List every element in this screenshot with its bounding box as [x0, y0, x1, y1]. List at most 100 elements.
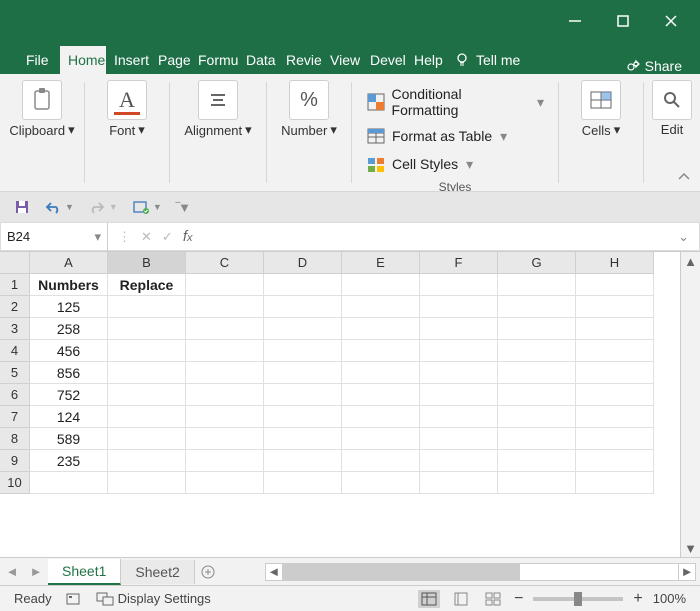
vertical-scrollbar[interactable]: ▲ ▼	[680, 252, 700, 557]
col-header-F[interactable]: F	[420, 252, 498, 274]
cell-A7[interactable]: 124	[30, 406, 108, 428]
cell-E3[interactable]	[342, 318, 420, 340]
cell-H2[interactable]	[576, 296, 654, 318]
cell-G10[interactable]	[498, 472, 576, 494]
sheet-nav-prev[interactable]: ◄	[0, 558, 24, 585]
maximize-button[interactable]	[600, 6, 646, 36]
cell-B5[interactable]	[108, 362, 186, 384]
col-header-C[interactable]: C	[186, 252, 264, 274]
cell-D1[interactable]	[264, 274, 342, 296]
tab-help[interactable]: Help	[406, 46, 446, 74]
cell-A3[interactable]: 258	[30, 318, 108, 340]
horizontal-scrollbar[interactable]: ◄ ►	[261, 563, 700, 581]
tab-review[interactable]: Revie	[278, 46, 322, 74]
cell-C4[interactable]	[186, 340, 264, 362]
cell-B1[interactable]: Replace	[108, 274, 186, 296]
cell-E5[interactable]	[342, 362, 420, 384]
undo-button[interactable]: ▼	[40, 197, 78, 217]
cell-D10[interactable]	[264, 472, 342, 494]
cell-H3[interactable]	[576, 318, 654, 340]
cell-F4[interactable]	[420, 340, 498, 362]
cell-C7[interactable]	[186, 406, 264, 428]
cell-D2[interactable]	[264, 296, 342, 318]
cell-A4[interactable]: 456	[30, 340, 108, 362]
save-button[interactable]	[10, 197, 34, 217]
zoom-slider[interactable]	[533, 597, 623, 601]
tab-home[interactable]: Home	[60, 46, 106, 74]
clipboard-button[interactable]: Clipboard▾	[8, 80, 76, 138]
cell-B8[interactable]	[108, 428, 186, 450]
col-header-B[interactable]: B	[108, 252, 186, 274]
cancel-formula-button[interactable]: ✕	[141, 229, 152, 245]
col-header-H[interactable]: H	[576, 252, 654, 274]
redo-button[interactable]: ▼	[84, 197, 122, 217]
tab-formulas[interactable]: Formu	[190, 46, 238, 74]
cell-H7[interactable]	[576, 406, 654, 428]
cell-C1[interactable]	[186, 274, 264, 296]
conditional-formatting-button[interactable]: Conditional Formatting▾	[362, 84, 548, 120]
cell-C3[interactable]	[186, 318, 264, 340]
cell-A5[interactable]: 856	[30, 362, 108, 384]
cell-G7[interactable]	[498, 406, 576, 428]
cell-D6[interactable]	[264, 384, 342, 406]
sheet-tab-2[interactable]: Sheet2	[121, 560, 194, 584]
cell-C2[interactable]	[186, 296, 264, 318]
cell-F2[interactable]	[420, 296, 498, 318]
cell-D8[interactable]	[264, 428, 342, 450]
cell-B9[interactable]	[108, 450, 186, 472]
tab-view[interactable]: View	[322, 46, 362, 74]
cell-B7[interactable]	[108, 406, 186, 428]
minimize-button[interactable]	[552, 6, 598, 36]
cell-D7[interactable]	[264, 406, 342, 428]
cell-G4[interactable]	[498, 340, 576, 362]
alignment-button[interactable]: Alignment▾	[178, 80, 258, 138]
cell-G6[interactable]	[498, 384, 576, 406]
cell-E10[interactable]	[342, 472, 420, 494]
macro-record-icon[interactable]	[66, 592, 82, 606]
col-header-E[interactable]: E	[342, 252, 420, 274]
name-box[interactable]: B24 ▾	[0, 222, 108, 251]
share-button[interactable]: Share	[625, 58, 682, 74]
cell-D4[interactable]	[264, 340, 342, 362]
zoom-out-button[interactable]: −	[514, 590, 523, 608]
row-header-6[interactable]: 6	[0, 384, 30, 406]
expand-formula-bar-button[interactable]: ⌄	[678, 229, 689, 245]
normal-view-button[interactable]	[418, 590, 440, 608]
cell-E4[interactable]	[342, 340, 420, 362]
col-header-G[interactable]: G	[498, 252, 576, 274]
cell-A6[interactable]: 752	[30, 384, 108, 406]
cell-styles-button[interactable]: Cell Styles▾	[362, 152, 548, 176]
add-sheet-button[interactable]	[195, 559, 221, 585]
cell-F7[interactable]	[420, 406, 498, 428]
format-as-table-button[interactable]: Format as Table▾	[362, 124, 548, 148]
cell-B6[interactable]	[108, 384, 186, 406]
cell-H10[interactable]	[576, 472, 654, 494]
cells-button[interactable]: Cells▾	[567, 80, 635, 138]
cell-F6[interactable]	[420, 384, 498, 406]
cell-B10[interactable]	[108, 472, 186, 494]
cell-C9[interactable]	[186, 450, 264, 472]
col-header-A[interactable]: A	[30, 252, 108, 274]
cell-A2[interactable]: 125	[30, 296, 108, 318]
cell-C5[interactable]	[186, 362, 264, 384]
number-button[interactable]: % Number▾	[275, 80, 343, 138]
cell-E7[interactable]	[342, 406, 420, 428]
scroll-left-button[interactable]: ◄	[265, 563, 283, 581]
page-break-view-button[interactable]	[482, 590, 504, 608]
cell-B2[interactable]	[108, 296, 186, 318]
scroll-right-button[interactable]: ►	[678, 563, 696, 581]
cell-G8[interactable]	[498, 428, 576, 450]
cell-H6[interactable]	[576, 384, 654, 406]
tab-developer[interactable]: Devel	[362, 46, 406, 74]
cell-G2[interactable]	[498, 296, 576, 318]
cell-C8[interactable]	[186, 428, 264, 450]
font-button[interactable]: A Font▾	[93, 80, 161, 138]
formula-input[interactable]	[202, 223, 668, 250]
fx-icon[interactable]: fx	[183, 228, 193, 245]
cell-H9[interactable]	[576, 450, 654, 472]
row-header-7[interactable]: 7	[0, 406, 30, 428]
page-layout-view-button[interactable]	[450, 590, 472, 608]
qat-customize-button[interactable]: ‾▼	[172, 198, 193, 217]
close-button[interactable]	[648, 6, 694, 36]
cell-F1[interactable]	[420, 274, 498, 296]
